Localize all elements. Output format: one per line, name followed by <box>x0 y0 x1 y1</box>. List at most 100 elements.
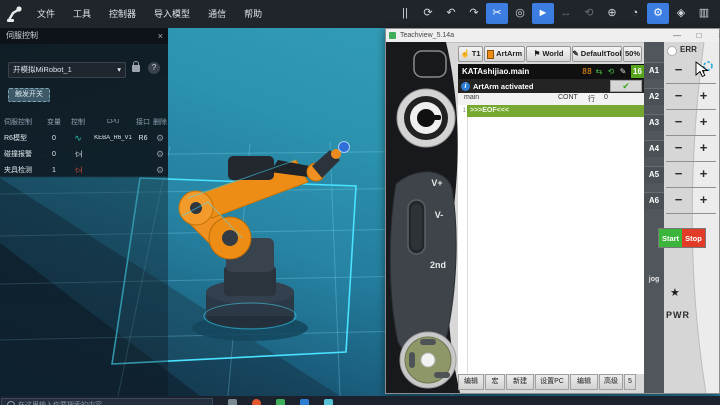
robot-arm[interactable] <box>150 120 360 360</box>
a4-minus-button[interactable]: − <box>675 138 683 158</box>
edit-tools-icon[interactable]: ✎ <box>617 67 629 76</box>
close-icon[interactable]: × <box>158 28 163 44</box>
axis-label-a6: A6 <box>644 192 664 209</box>
motion-trace-icon[interactable]: ✂ <box>486 3 508 24</box>
frame-select-button[interactable]: ⚑World <box>526 46 571 62</box>
code-area[interactable] <box>458 117 644 374</box>
redo-icon[interactable]: ↷ <box>463 3 485 24</box>
axis-label-a1: A1 <box>644 62 664 79</box>
line-count-badge: 16 <box>631 65 644 78</box>
edit2-button[interactable]: 编辑 <box>570 374 598 390</box>
a5-minus-button[interactable]: − <box>675 164 683 184</box>
setup-pc-button[interactable]: 设置PC <box>535 374 569 390</box>
frame-icon: ⚑ <box>534 47 541 61</box>
taskbar-app-icon[interactable] <box>324 399 333 405</box>
pendant-screen: ☝T1 ArtArm ⚑World ✎DefaultTool 50% KATAs… <box>458 42 644 393</box>
line-label: 行 <box>588 94 595 104</box>
menu-item-tools[interactable]: 工具 <box>64 0 100 28</box>
jog-label: jog <box>644 276 664 283</box>
help-icon[interactable]: ? <box>148 62 160 74</box>
a1-minus-button[interactable]: − <box>675 60 683 80</box>
a6-minus-button[interactable]: − <box>675 190 683 210</box>
orbit-view-icon[interactable]: ◎ <box>509 3 531 24</box>
select-pointer-icon[interactable]: ► <box>532 3 554 24</box>
acknowledge-check-button[interactable]: ✔ <box>610 80 642 92</box>
a3-minus-button[interactable]: − <box>675 112 683 132</box>
signal-name: R6模型 <box>0 133 44 143</box>
more-panel-icon[interactable]: ▥ <box>693 3 715 24</box>
advanced-button[interactable]: 高级 <box>599 374 623 390</box>
undo-icon[interactable]: ↶ <box>440 3 462 24</box>
robot-select-button[interactable]: ArtArm <box>484 46 525 62</box>
power-label: PWR <box>666 310 690 320</box>
tool-select-button[interactable]: ✎DefaultTool <box>572 46 622 62</box>
a4-plus-button[interactable]: + <box>700 138 708 158</box>
edit-button[interactable]: 编辑 <box>458 374 484 390</box>
toolbar: || ⟳ ↶ ↷ ✂ ◎ ► ↔ ⟲ ⊕ ◔ ⚙ ◈ ▥ <box>394 3 715 24</box>
estop-knob[interactable] <box>397 89 455 147</box>
thumb-wheel[interactable] <box>400 332 456 388</box>
axis-label-a5: A5 <box>644 166 664 183</box>
menu-item-communication[interactable]: 通信 <box>199 0 235 28</box>
settings-gear-icon[interactable]: ⚙ <box>647 3 669 24</box>
a2-plus-button[interactable]: + <box>700 86 708 106</box>
new-button[interactable]: 新建 <box>506 374 534 390</box>
refresh-icon[interactable]: ⟳ <box>417 3 439 24</box>
close-icon[interactable]: × <box>713 29 720 42</box>
view-sphere-icon[interactable]: ◔ <box>624 3 646 24</box>
panel-header: 伺服控制 × <box>0 28 168 44</box>
menu-item-controller[interactable]: 控制器 <box>100 0 145 28</box>
pendant-header: ☝T1 ArtArm ⚑World ✎DefaultTool 50% <box>458 46 644 62</box>
eof-line[interactable]: >>>EOF<<< <box>467 105 644 117</box>
row-settings-gear-icon[interactable]: ⚙ <box>152 162 168 178</box>
menu-item-help[interactable]: 帮助 <box>235 0 271 28</box>
row-settings-gear-icon[interactable]: ⚙ <box>152 146 168 162</box>
mode-t1-button[interactable]: ☝T1 <box>458 46 483 62</box>
center-target-icon[interactable]: ⊕ <box>601 3 623 24</box>
a2-minus-button[interactable]: − <box>675 86 683 106</box>
taskbar-app-icon[interactable] <box>252 399 261 405</box>
speed-override-button[interactable]: 50% <box>623 46 642 62</box>
taskbar-search[interactable]: 在这里输入你要搜索的内容 <box>1 398 213 405</box>
error-label: ERR <box>680 45 697 54</box>
pan-icon[interactable]: ↔ <box>555 3 577 24</box>
connect-toggle-button[interactable]: 触发开关 <box>8 88 50 102</box>
status-bar: i ArtArm activated ✔ <box>458 79 644 93</box>
start-button[interactable]: Start <box>659 229 682 247</box>
signal-name: 碰撞报警 <box>0 149 44 159</box>
line-value: 0 <box>604 94 608 101</box>
table-row: R6模型 0 ∿ KEBA_R6_V1 R6 ⚙ <box>0 130 168 146</box>
a5-plus-button[interactable]: + <box>700 164 708 184</box>
a6-plus-button[interactable]: + <box>700 190 708 210</box>
page-button[interactable]: 5 <box>624 374 636 390</box>
safety-icon[interactable]: ◈ <box>670 3 692 24</box>
window-titlebar[interactable]: Teachview_5.14a — □ × <box>386 29 719 43</box>
chevron-down-icon: ▾ <box>117 63 121 77</box>
row-settings-gear-icon[interactable]: ⚙ <box>152 130 168 146</box>
jog-row-a4: − + <box>666 135 716 162</box>
signal-count: 1 <box>44 167 64 174</box>
taskbar-app-icon[interactable] <box>228 399 237 405</box>
table-row: 碰撞报警 0 -▷| ⚙ <box>0 146 168 162</box>
menu-item-file[interactable]: 文件 <box>28 0 64 28</box>
app-logo-icon <box>5 4 25 24</box>
pause-icon[interactable]: || <box>394 3 416 24</box>
maximize-icon[interactable]: □ <box>691 29 707 42</box>
step-mode-icon[interactable]: ⇆ <box>593 67 605 76</box>
servo-control-panel: 伺服控制 × 开模拟MiRobot_1 ▾ ? 触发开关 伺服控制 变量 控制 … <box>0 28 168 396</box>
minimize-icon[interactable]: — <box>669 29 685 42</box>
rotate-view-icon[interactable]: ⟲ <box>578 3 600 24</box>
taskbar-app-icon[interactable] <box>300 399 309 405</box>
robot-select-dropdown[interactable]: 开模拟MiRobot_1 ▾ <box>8 62 126 78</box>
macro-button[interactable]: 宏 <box>485 374 505 390</box>
window-title: Teachview_5.14a <box>400 29 454 42</box>
a3-plus-button[interactable]: + <box>700 112 708 132</box>
stop-button[interactable]: Stop <box>682 229 705 247</box>
lock-icon[interactable] <box>132 65 140 72</box>
vplus-label: V+ <box>426 178 448 188</box>
menu-item-import-model[interactable]: 导入模型 <box>145 0 199 28</box>
taskbar-app-icon[interactable] <box>276 399 285 405</box>
loop-icon[interactable]: ⟲ <box>605 67 617 76</box>
panel-title: 伺服控制 <box>6 28 38 44</box>
axis-label-a4: A4 <box>644 140 664 157</box>
